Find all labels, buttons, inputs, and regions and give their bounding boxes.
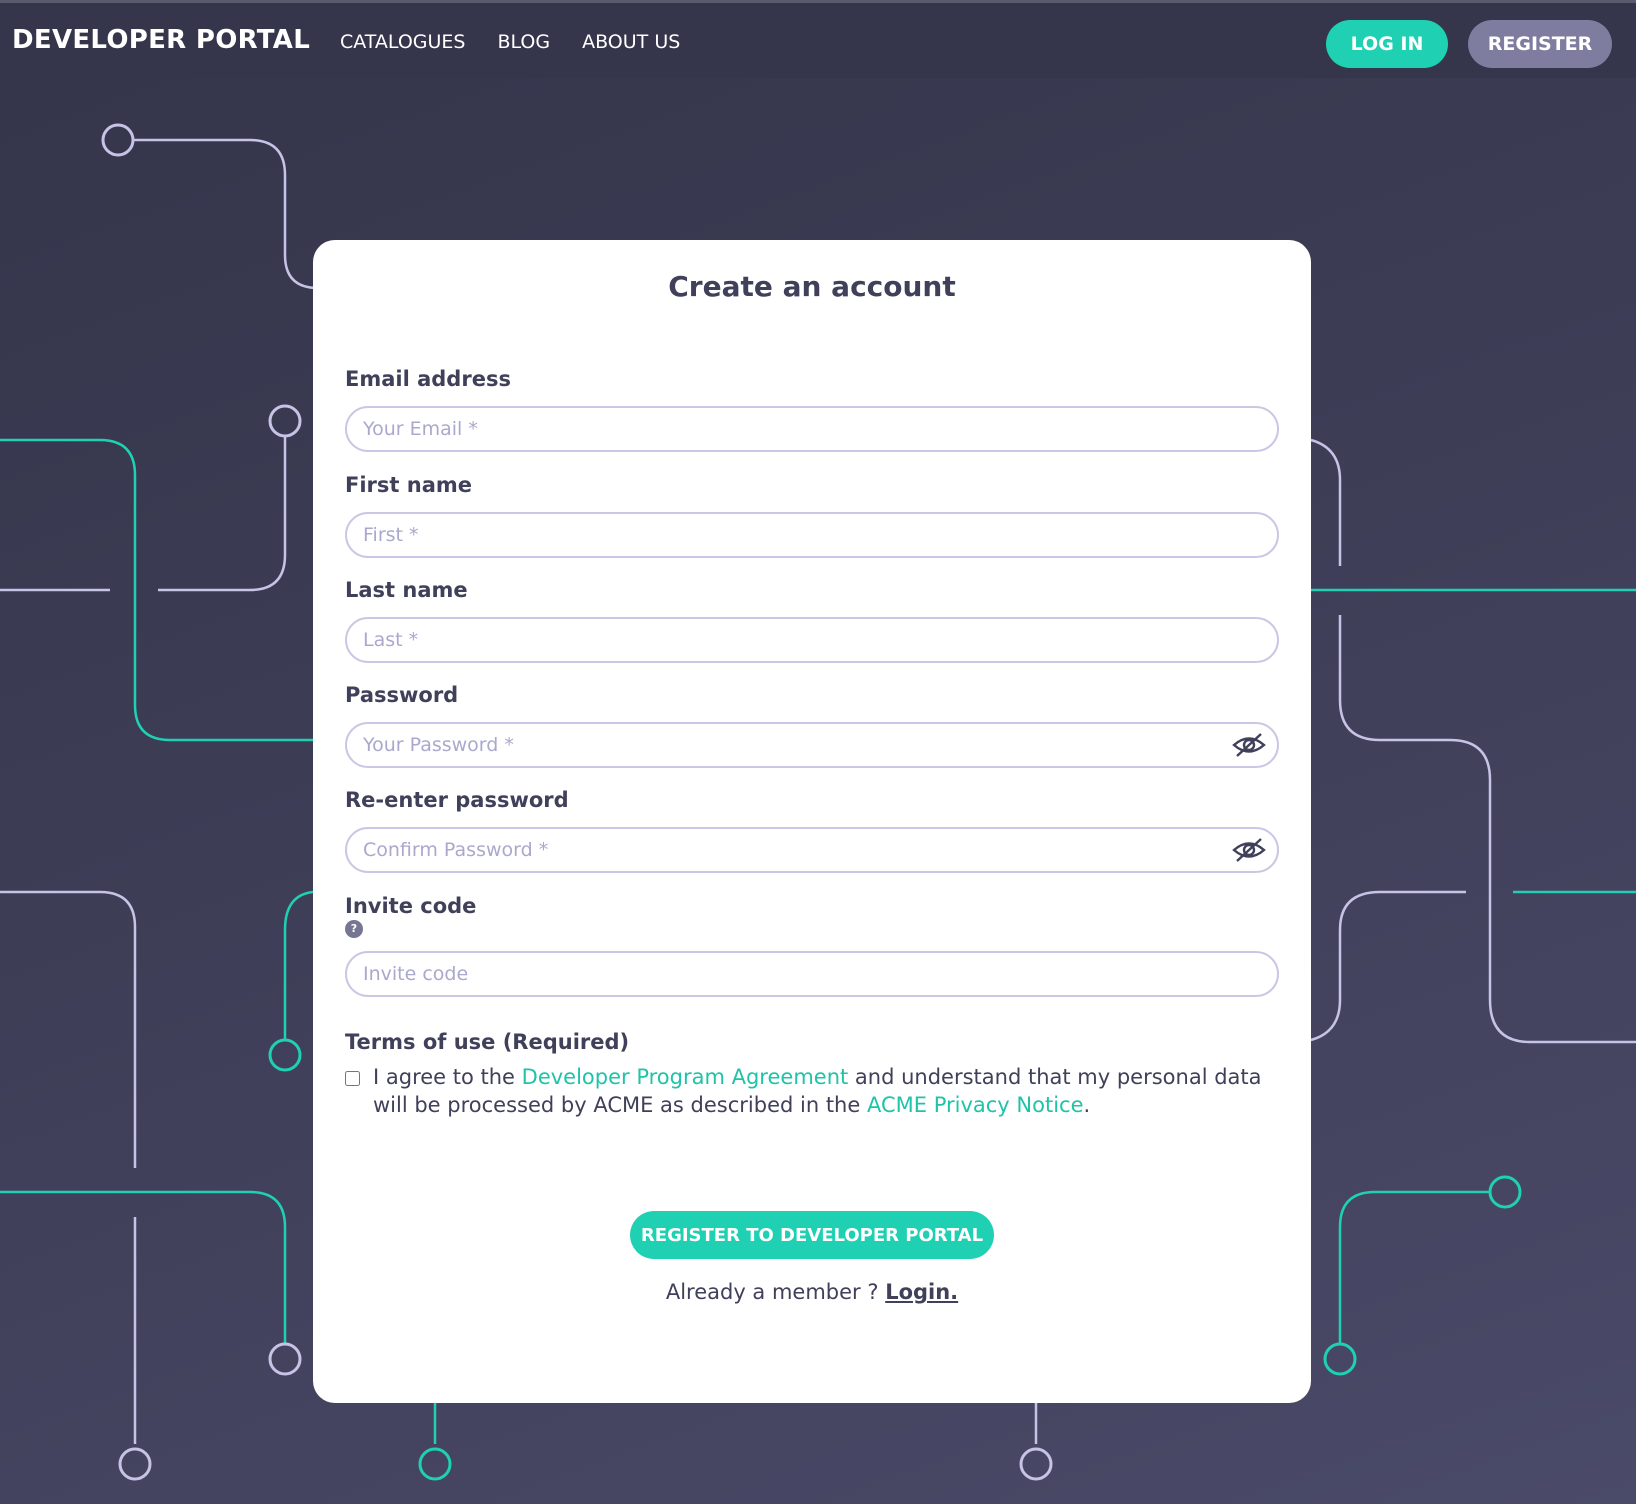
confirm-password-field[interactable] — [345, 827, 1279, 873]
first-name-field[interactable] — [345, 512, 1279, 558]
create-account-card: Create an account Email address First na… — [313, 240, 1311, 1403]
first-name-label: First name — [345, 473, 472, 497]
invite-code-field[interactable] — [345, 951, 1279, 997]
terms-title: Terms of use (Required) — [345, 1030, 630, 1054]
toggle-confirm-password-visibility-icon[interactable] — [1231, 837, 1267, 863]
page-title: Create an account — [668, 270, 956, 303]
register-button[interactable]: REGISTER — [1468, 20, 1612, 68]
last-name-field[interactable] — [345, 617, 1279, 663]
register-submit-button[interactable]: REGISTER TO DEVELOPER PORTAL — [630, 1211, 994, 1259]
nav-link-blog[interactable]: BLOG — [497, 31, 550, 53]
confirm-password-label: Re-enter password — [345, 788, 569, 812]
terms-text: I agree to the Developer Program Agreeme… — [373, 1063, 1283, 1119]
password-field[interactable] — [345, 722, 1279, 768]
nav-link-catalogues[interactable]: CATALOGUES — [340, 31, 465, 53]
login-link[interactable]: Login. — [885, 1280, 958, 1304]
developer-program-agreement-link[interactable]: Developer Program Agreement — [522, 1065, 849, 1089]
already-member-text: Already a member ? — [665, 1280, 886, 1304]
terms-text-part: . — [1083, 1093, 1091, 1117]
email-label: Email address — [345, 367, 511, 391]
invite-code-label: Invite code — [345, 894, 477, 918]
top-navigation-bar: DEVELOPER PORTAL CATALOGUES BLOG ABOUT U… — [0, 0, 1636, 78]
main-nav: CATALOGUES BLOG ABOUT US — [340, 31, 680, 53]
already-member-row: Already a member ? Login. — [313, 1280, 1311, 1304]
password-label: Password — [345, 683, 459, 707]
brand-logo[interactable]: DEVELOPER PORTAL — [12, 25, 310, 55]
toggle-password-visibility-icon[interactable] — [1231, 732, 1267, 758]
login-button[interactable]: LOG IN — [1326, 20, 1448, 68]
privacy-notice-link[interactable]: ACME Privacy Notice — [867, 1093, 1084, 1117]
terms-text-part: I agree to the — [373, 1065, 522, 1089]
last-name-label: Last name — [345, 578, 468, 602]
email-field[interactable] — [345, 406, 1279, 452]
nav-link-about-us[interactable]: ABOUT US — [582, 31, 680, 53]
terms-checkbox[interactable] — [345, 1071, 360, 1086]
help-icon[interactable]: ? — [345, 920, 363, 938]
